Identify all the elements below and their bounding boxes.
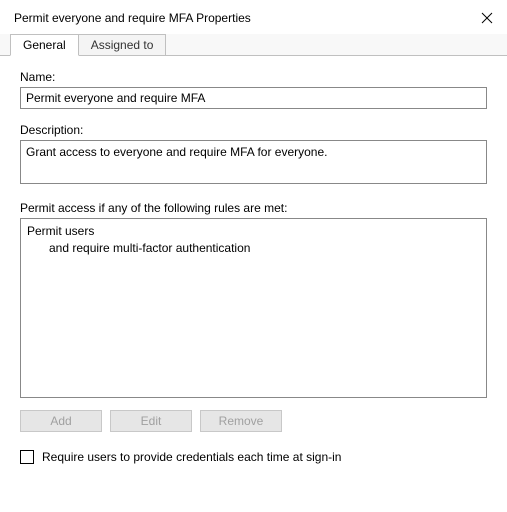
rules-button-row: Add Edit Remove	[20, 410, 487, 432]
remove-button[interactable]: Remove	[200, 410, 282, 432]
close-button[interactable]	[477, 8, 497, 28]
rules-field-group: Permit access if any of the following ru…	[20, 201, 487, 398]
tab-assigned-to[interactable]: Assigned to	[78, 34, 167, 55]
require-credentials-row: Require users to provide credentials eac…	[20, 450, 487, 464]
rule-line-1: Permit users	[27, 223, 480, 240]
add-button[interactable]: Add	[20, 410, 102, 432]
close-icon	[481, 12, 493, 24]
description-label: Description:	[20, 123, 487, 137]
rules-list[interactable]: Permit users and require multi-factor au…	[20, 218, 487, 398]
window-title: Permit everyone and require MFA Properti…	[14, 11, 251, 25]
rules-header-label: Permit access if any of the following ru…	[20, 201, 487, 215]
title-bar: Permit everyone and require MFA Properti…	[0, 0, 507, 34]
name-label: Name:	[20, 70, 487, 84]
name-input[interactable]	[20, 87, 487, 109]
tab-panel-general: Name: Description: Permit access if any …	[0, 56, 507, 474]
require-credentials-checkbox[interactable]	[20, 450, 34, 464]
name-field-group: Name:	[20, 70, 487, 109]
rule-line-2: and require multi-factor authentication	[27, 240, 480, 257]
tab-general[interactable]: General	[10, 34, 79, 56]
edit-button[interactable]: Edit	[110, 410, 192, 432]
require-credentials-label: Require users to provide credentials eac…	[42, 450, 341, 464]
tab-strip: General Assigned to	[0, 34, 507, 56]
description-field-group: Description:	[20, 123, 487, 187]
description-input[interactable]	[20, 140, 487, 184]
